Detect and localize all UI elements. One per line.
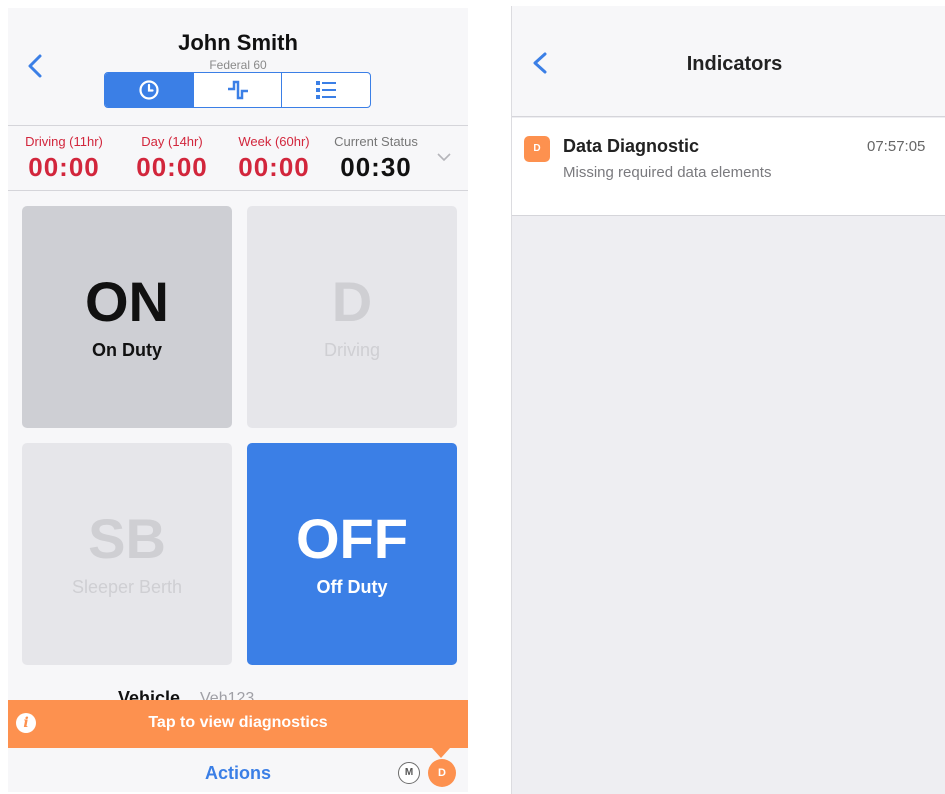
current-status-clock: Current Status 00:30 — [326, 134, 426, 183]
status-label: Driving — [323, 339, 380, 360]
tab-clock[interactable] — [105, 73, 194, 107]
status-tile-off-duty[interactable]: OFF Off Duty — [247, 443, 457, 665]
current-status-label: Current Status — [334, 134, 418, 149]
day-clock-value: 00:00 — [136, 152, 208, 182]
status-tile-on-duty[interactable]: ON On Duty — [22, 206, 232, 428]
diagnostics-banner-text: Tap to view diagnostics — [148, 714, 328, 731]
diagnostics-banner[interactable]: i Tap to view diagnostics — [8, 700, 468, 748]
diagnostic-indicator-badge[interactable]: D — [428, 759, 456, 787]
indicators-header: Indicators — [512, 6, 945, 117]
tab-list[interactable] — [282, 73, 370, 107]
driver-name: John Smith — [178, 30, 298, 55]
tab-graph[interactable] — [194, 73, 283, 107]
driving-clock: Driving (11hr) 00:00 — [24, 134, 104, 183]
graph-icon — [227, 80, 248, 100]
day-clock-label: Day (14hr) — [141, 134, 203, 149]
status-label: On Duty — [92, 339, 162, 360]
status-label: Sleeper Berth — [71, 576, 183, 597]
diagnostic-badge: D — [524, 136, 550, 162]
banner-pointer — [432, 748, 450, 758]
footer-bar: Actions M D — [8, 748, 468, 792]
ruleset-label: Federal 60 — [209, 58, 267, 72]
status-tile-driving[interactable]: D Driving — [247, 206, 457, 428]
header: John Smith Federal 60 — [8, 8, 468, 124]
indicator-title: Data Diagnostic — [563, 136, 700, 156]
status-code: D — [331, 269, 373, 333]
indicator-list-item[interactable]: D Data Diagnostic Missing required data … — [512, 118, 945, 216]
status-code: SB — [88, 506, 166, 570]
indicators-screen: Indicators D Data Diagnostic Missing req… — [511, 6, 945, 794]
week-clock: Week (60hr) 00:00 — [230, 134, 318, 183]
chevron-down-icon[interactable] — [436, 151, 452, 163]
clock-icon — [139, 80, 159, 100]
list-icon — [316, 81, 337, 99]
hos-main-screen: John Smith Federal 60 Driving (11hr) 00:… — [8, 8, 468, 792]
malfunction-indicator-badge[interactable]: M — [398, 762, 420, 784]
indicator-description: Missing required data elements — [563, 164, 772, 181]
hos-clocks[interactable]: Driving (11hr) 00:00 Day (14hr) 00:00 We… — [8, 125, 468, 191]
status-code: ON — [85, 269, 169, 333]
current-status-value: 00:30 — [340, 152, 412, 182]
day-clock: Day (14hr) 00:00 — [128, 134, 216, 183]
indicator-timestamp: 07:57:05 — [867, 138, 926, 155]
driving-clock-label: Driving (11hr) — [25, 134, 103, 149]
view-segmented-control — [104, 72, 371, 108]
status-code: OFF — [296, 506, 408, 570]
page-title: Indicators — [686, 53, 783, 75]
status-tile-sleeper-berth[interactable]: SB Sleeper Berth — [22, 443, 232, 665]
week-clock-value: 00:00 — [238, 152, 310, 182]
week-clock-label: Week (60hr) — [238, 134, 310, 149]
status-label: Off Duty — [316, 576, 388, 597]
driving-clock-value: 00:00 — [28, 152, 100, 182]
